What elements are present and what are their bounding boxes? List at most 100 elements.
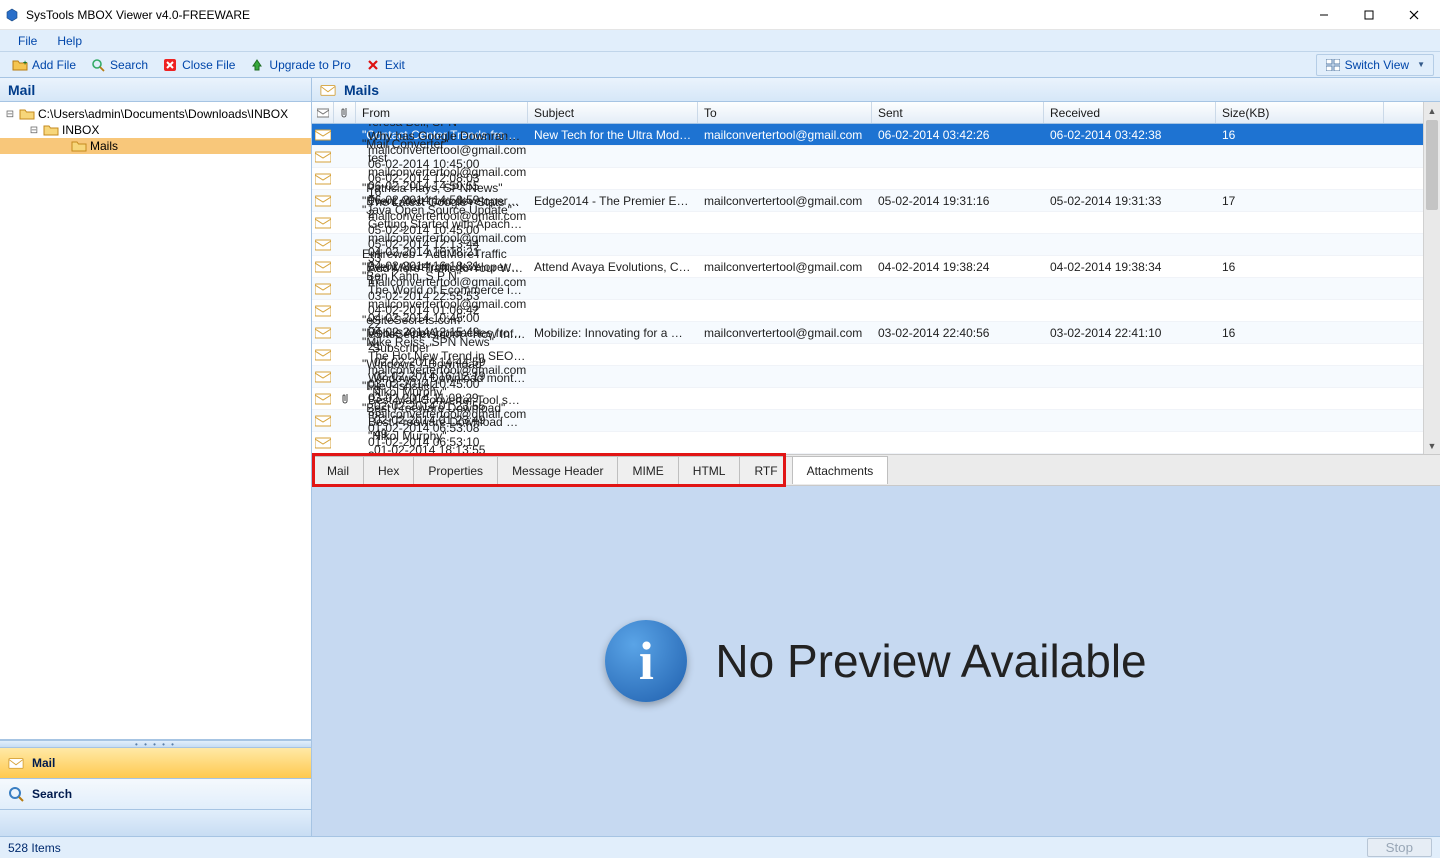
nav-mail-label: Mail	[32, 756, 55, 770]
mail-grid[interactable]: "Contact Center Trends from de...New Tec…	[312, 124, 1423, 454]
tree-mails-label: Mails	[90, 139, 118, 153]
menubar: File Help	[0, 30, 1440, 52]
left-panel: Mail ⊟ C:\Users\admin\Documents\Download…	[0, 78, 312, 836]
tab-html[interactable]: HTML	[678, 456, 741, 484]
exit-icon	[365, 57, 381, 73]
tab-properties[interactable]: Properties	[413, 456, 498, 484]
mail-open-icon	[312, 371, 334, 383]
folder-open-icon	[19, 107, 35, 121]
col-size[interactable]: Size(KB)	[1216, 102, 1384, 123]
tab-attachments[interactable]: Attachments	[792, 456, 889, 484]
upgrade-label: Upgrade to Pro	[269, 58, 350, 72]
folder-open-icon	[43, 123, 59, 137]
close-file-button[interactable]: Close File	[156, 55, 241, 75]
chevron-down-icon: ▼	[1417, 60, 1425, 69]
menu-file[interactable]: File	[8, 32, 47, 50]
mail-list-wrap: From Subject To Sent Received Size(KB) "…	[312, 102, 1440, 454]
mail-row[interactable]: "Best Freeware Download" Best Freeware D…	[312, 432, 1423, 454]
svg-text:+: +	[23, 60, 27, 67]
mail-to: "Nikol Murphy" 01-02-2014 18:13:5501-02-…	[362, 429, 528, 455]
search-icon	[8, 786, 24, 802]
tab-message-header[interactable]: Message Header	[497, 456, 618, 484]
mail-icon	[320, 82, 336, 98]
mail-received: 06-02-2014 03:42:38	[1044, 128, 1216, 142]
status-items: 528 Items	[8, 841, 61, 855]
mail-open-icon	[312, 217, 334, 229]
mail-subject: Edge2014 - The Premier Event f...	[528, 194, 698, 208]
nav-bottom: • • • • • Mail Search	[0, 740, 311, 836]
mail-size: 16	[1216, 260, 1384, 274]
mail-subject: New Tech for the Ultra Modern...	[528, 128, 698, 142]
tab-rtf[interactable]: RTF	[739, 456, 792, 484]
right-panel-header: Mails	[312, 78, 1440, 102]
add-file-button[interactable]: + Add File	[6, 55, 82, 75]
col-from[interactable]: From	[356, 102, 528, 123]
tree-mails[interactable]: Mails	[0, 138, 311, 154]
exit-button[interactable]: Exit	[359, 55, 411, 75]
collapse-icon[interactable]: ⊟	[4, 109, 16, 120]
col-attachment-icon[interactable]	[334, 102, 356, 123]
tree-root[interactable]: ⊟ C:\Users\admin\Documents\Downloads\INB…	[0, 106, 311, 122]
tree-root-label: C:\Users\admin\Documents\Downloads\INBOX	[38, 107, 288, 121]
col-to[interactable]: To	[698, 102, 872, 123]
nav-footer	[0, 810, 311, 836]
close-file-icon	[162, 57, 178, 73]
search-button[interactable]: Search	[84, 55, 154, 75]
tab-mime[interactable]: MIME	[617, 456, 678, 484]
menu-help[interactable]: Help	[47, 32, 92, 50]
mail-subject: Getting Started with Apache H...	[362, 217, 528, 231]
scroll-thumb[interactable]	[1426, 120, 1438, 210]
collapse-icon[interactable]: ⊟	[28, 125, 40, 136]
nav-mail[interactable]: Mail	[0, 748, 311, 779]
mail-received: 04-02-2014 19:38:34	[1044, 260, 1216, 274]
scroll-up-icon[interactable]: ▲	[1424, 102, 1440, 119]
mail-sent: 03-02-2014 22:40:56	[872, 326, 1044, 340]
switch-view-button[interactable]: Switch View ▼	[1316, 54, 1434, 76]
maximize-button[interactable]	[1346, 1, 1391, 29]
search-icon	[90, 57, 106, 73]
scroll-down-icon[interactable]: ▼	[1424, 437, 1440, 454]
attachment-icon	[334, 393, 356, 405]
mail-open-icon	[312, 195, 334, 207]
mail-open-icon	[312, 173, 334, 185]
mail-to: mailconvertertool@gmail.com	[698, 194, 872, 208]
folder-icon	[71, 139, 87, 153]
window-controls	[1301, 1, 1436, 29]
mail-sent: 05-02-2014 19:31:16	[872, 194, 1044, 208]
upgrade-button[interactable]: Upgrade to Pro	[243, 55, 356, 75]
vertical-scrollbar[interactable]: ▲ ▼	[1423, 102, 1440, 454]
mail-received: 05-02-2014 19:31:33	[1044, 194, 1216, 208]
folder-tree[interactable]: ⊟ C:\Users\admin\Documents\Downloads\INB…	[0, 102, 311, 740]
nav-search[interactable]: Search	[0, 779, 311, 810]
stop-button[interactable]: Stop	[1367, 838, 1432, 857]
mail-open-icon	[312, 437, 334, 449]
col-read-icon[interactable]	[312, 102, 334, 123]
switch-view-icon	[1325, 57, 1341, 73]
col-subject[interactable]: Subject	[528, 102, 698, 123]
app-icon	[4, 7, 20, 23]
window-title: SysTools MBOX Viewer v4.0-FREEWARE	[26, 8, 1301, 22]
mail-size: 17	[1216, 194, 1384, 208]
mail-open-icon	[312, 305, 334, 317]
mail-sent: 06-02-2014 03:42:26	[872, 128, 1044, 142]
info-icon: i	[605, 620, 687, 702]
upgrade-icon	[249, 57, 265, 73]
column-headers[interactable]: From Subject To Sent Received Size(KB)	[312, 102, 1423, 124]
tab-hex[interactable]: Hex	[363, 456, 414, 484]
mail-icon	[8, 755, 24, 771]
mail-subject: Attend Avaya Evolutions, Chica...	[528, 260, 698, 274]
left-panel-header: Mail	[0, 78, 311, 102]
tree-inbox[interactable]: ⊟ INBOX	[0, 122, 311, 138]
mail-open-icon	[312, 349, 334, 361]
mail-from: "Best Freeware Download" Best Freeware D…	[356, 401, 528, 455]
mail-to: mailconvertertool@gmail.com	[698, 260, 872, 274]
statusbar: 528 Items Stop	[0, 836, 1440, 858]
preview-text: No Preview Available	[715, 634, 1146, 688]
tab-mail[interactable]: Mail	[312, 456, 364, 484]
mail-subject: test	[362, 151, 528, 165]
minimize-button[interactable]	[1301, 1, 1346, 29]
col-received[interactable]: Received	[1044, 102, 1216, 123]
resize-handle[interactable]: • • • • •	[0, 740, 311, 748]
close-button[interactable]	[1391, 1, 1436, 29]
col-sent[interactable]: Sent	[872, 102, 1044, 123]
